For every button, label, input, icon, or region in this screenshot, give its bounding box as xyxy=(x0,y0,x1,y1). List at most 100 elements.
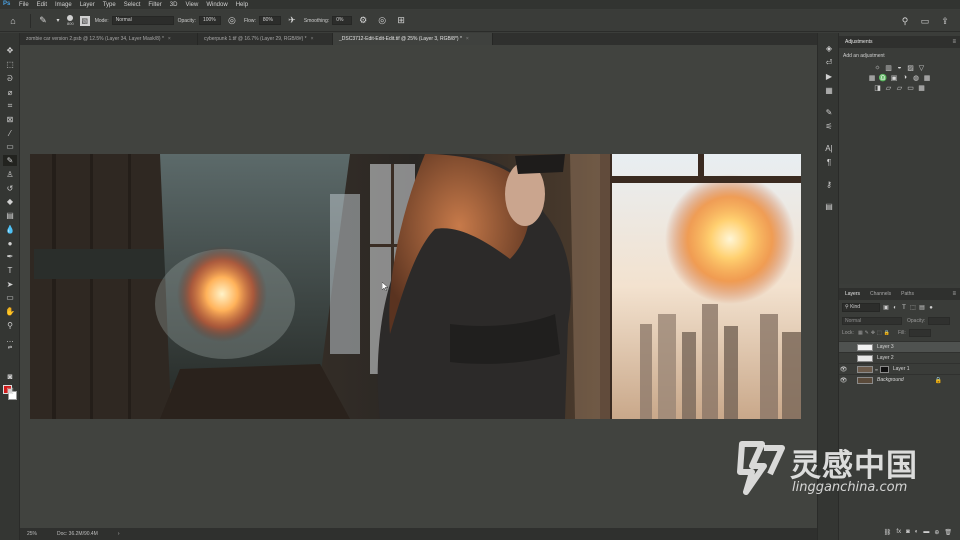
mode-select[interactable]: Normal xyxy=(111,16,174,25)
brush-tool-icon[interactable]: ✎ xyxy=(3,155,17,166)
rectangle-tool-icon[interactable]: ▭ xyxy=(3,292,17,303)
path-select-tool-icon[interactable]: ➤ xyxy=(3,279,17,290)
exposure-icon[interactable]: ▨ xyxy=(907,64,915,72)
hand-tool-icon[interactable]: ✋ xyxy=(3,306,17,317)
character-icon[interactable]: A| xyxy=(823,143,835,154)
history-icon[interactable]: ⏎ xyxy=(823,57,835,68)
workspace-icon[interactable]: ▭ xyxy=(918,14,932,28)
layer-row-background[interactable]: 👁 Background 🔒 xyxy=(839,374,960,385)
eraser-tool-icon[interactable]: ◆ xyxy=(3,196,17,207)
photo-filter-icon[interactable]: ◑ xyxy=(901,74,909,81)
layer-name[interactable]: Background xyxy=(877,377,904,383)
brush-tool-icon[interactable]: ✎ xyxy=(36,14,50,28)
lock-icons[interactable]: ▦✎✥⬚🔒 xyxy=(858,330,892,336)
layer-fill-field[interactable] xyxy=(908,329,931,337)
smoothing-field[interactable]: 0% xyxy=(332,16,353,25)
canvas-area[interactable] xyxy=(20,45,817,528)
close-icon[interactable]: × xyxy=(466,36,469,42)
brush-settings-icon[interactable]: ▧ xyxy=(79,15,90,26)
smart-object-filter-icon[interactable]: ▤ xyxy=(919,305,925,311)
layer-filter-select[interactable]: ⚲ Kind xyxy=(842,303,880,312)
quick-select-tool-icon[interactable]: ⌀ xyxy=(3,87,17,98)
dodge-tool-icon[interactable]: ● xyxy=(3,238,17,249)
info-icon[interactable]: ▤ xyxy=(823,201,835,212)
type-tool-icon[interactable]: T xyxy=(3,265,17,276)
frame-tool-icon[interactable]: ⊠ xyxy=(3,114,17,125)
symmetry-icon[interactable]: ⊞ xyxy=(394,14,408,28)
menu-window[interactable]: Window xyxy=(206,2,227,8)
swatches-icon[interactable]: ▦ xyxy=(823,85,835,96)
menu-filter[interactable]: Filter xyxy=(148,2,161,8)
layer-row-layer-1[interactable]: 👁 ∞ Layer 1 xyxy=(839,363,960,374)
pressure-opacity-icon[interactable]: ◎ xyxy=(225,14,239,28)
flow-field[interactable]: 80% xyxy=(258,16,281,25)
brush-preset-picker[interactable]: 800 xyxy=(67,15,74,26)
doc-tab-zombie-car[interactable]: zombie car version 2.psb @ 12.5% (Layer … xyxy=(20,33,198,45)
gradient-tool-icon[interactable]: ▤ xyxy=(3,210,17,221)
new-adjustment-layer-icon[interactable]: ◐ xyxy=(915,529,919,536)
gradient-map-icon[interactable]: ▭ xyxy=(907,84,915,92)
actions-icon[interactable]: ▶ xyxy=(823,71,835,82)
search-icon[interactable]: ⚲ xyxy=(898,14,912,28)
marquee-tool-icon[interactable]: ⬚ xyxy=(3,59,17,70)
blur-tool-icon[interactable]: 💧 xyxy=(3,224,17,235)
menu-view[interactable]: View xyxy=(185,2,198,8)
new-group-icon[interactable]: ▬ xyxy=(923,529,929,536)
trash-icon[interactable]: 🗑 xyxy=(944,529,952,536)
link-layers-icon[interactable]: ⛓ xyxy=(884,529,892,536)
airbrush-icon[interactable]: ✈ xyxy=(285,14,299,28)
eye-icon[interactable]: 👁 xyxy=(839,366,848,373)
pen-tool-icon[interactable]: ✒ xyxy=(3,251,17,262)
eyedropper-tool-icon[interactable]: ⁄ xyxy=(3,128,17,139)
layer-row-layer-2[interactable]: Layer 2 xyxy=(839,352,960,363)
eye-icon[interactable]: 👁 xyxy=(839,377,848,384)
menu-edit[interactable]: Edit xyxy=(37,2,47,8)
clone-stamp-tool-icon[interactable]: ♙ xyxy=(3,169,17,180)
adjustment-filter-icon[interactable]: ◐ xyxy=(892,305,898,311)
menu-image[interactable]: Image xyxy=(55,2,72,8)
move-tool-icon[interactable]: ✥ xyxy=(3,45,17,56)
chain-link-icon[interactable]: ∞ xyxy=(875,367,878,372)
panel-menu-icon[interactable]: ≡ xyxy=(952,291,956,297)
quick-mask-icon[interactable]: ◙ xyxy=(3,371,17,382)
filter-toggle-icon[interactable]: ● xyxy=(928,305,934,311)
layer-name[interactable]: Layer 3 xyxy=(877,344,894,350)
menu-3d[interactable]: 3D xyxy=(170,2,178,8)
menu-file[interactable]: File xyxy=(19,2,29,8)
new-layer-icon[interactable]: ⊕ xyxy=(934,529,939,536)
lasso-tool-icon[interactable]: ᘐ xyxy=(3,73,17,84)
tab-layers[interactable]: Layers xyxy=(843,288,862,300)
tab-paths[interactable]: Paths xyxy=(899,288,916,300)
document-image[interactable] xyxy=(30,154,801,419)
tab-channels[interactable]: Channels xyxy=(868,288,893,300)
more-tools-icon[interactable]: … xyxy=(3,334,17,345)
pixel-filter-icon[interactable]: ▣ xyxy=(883,305,889,311)
curves-icon[interactable]: ◒ xyxy=(896,64,904,71)
layer-opacity-field[interactable] xyxy=(928,317,951,325)
vibrance-icon[interactable]: ▽ xyxy=(918,64,926,72)
close-icon[interactable]: × xyxy=(168,36,171,42)
type-filter-icon[interactable]: T xyxy=(901,305,907,311)
menu-type[interactable]: Type xyxy=(103,2,116,8)
menu-help[interactable]: Help xyxy=(236,2,248,8)
invert-icon[interactable]: ◨ xyxy=(874,84,882,92)
photoshop-logo-icon[interactable]: Ps xyxy=(3,1,13,8)
doc-info[interactable]: Doc: 36.2M/90.4M xyxy=(57,531,98,537)
black-white-icon[interactable]: ▣ xyxy=(890,74,898,82)
color-lookup-icon[interactable]: ▦ xyxy=(923,74,931,82)
panel-menu-icon[interactable]: ≡ xyxy=(952,39,956,45)
brightness-contrast-icon[interactable]: ☼ xyxy=(874,64,882,71)
layer-row-layer-3[interactable]: Layer 3 xyxy=(839,341,960,352)
paragraph-icon[interactable]: ¶ xyxy=(823,157,835,168)
add-mask-icon[interactable]: ◙ xyxy=(906,529,910,536)
share-icon[interactable]: ⇪ xyxy=(938,14,952,28)
doc-tab-dsc3712[interactable]: _DSC3712-Edit-Edit-Edit.tif @ 25% (Layer… xyxy=(333,33,493,45)
blend-mode-select[interactable]: Normal xyxy=(842,317,902,325)
screen-mode-icon[interactable]: ▣ xyxy=(3,385,17,396)
selective-color-icon[interactable]: ▦ xyxy=(918,84,926,92)
zoom-tool-icon[interactable]: ⚲ xyxy=(3,320,17,331)
layer-style-icon[interactable]: fx xyxy=(896,529,901,536)
menu-select[interactable]: Select xyxy=(124,2,141,8)
hue-saturation-icon[interactable]: ▦ xyxy=(868,74,876,82)
swap-colors-icon[interactable]: ⇄ xyxy=(3,345,17,351)
